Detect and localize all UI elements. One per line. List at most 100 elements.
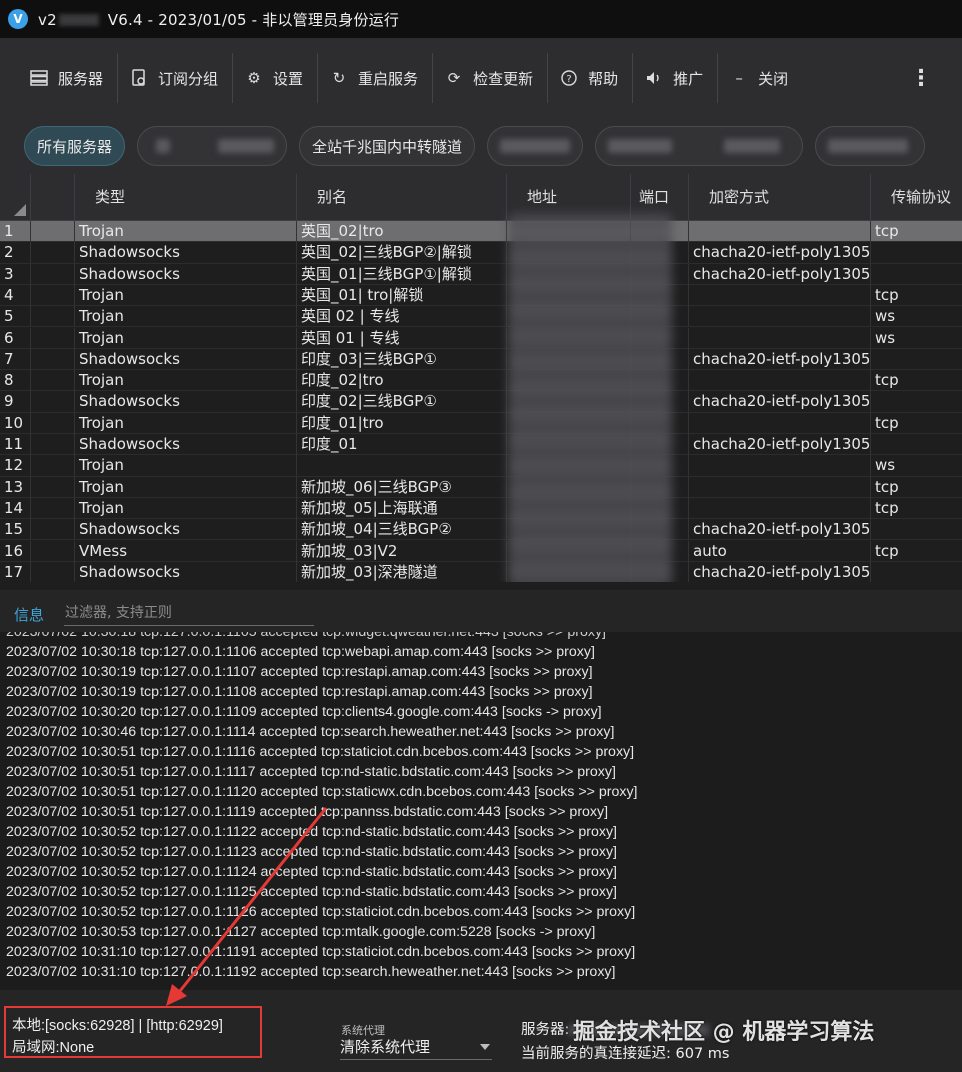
log-line: 2023/07/02 10:30:19 tcp:127.0.0.1:1107 a…: [6, 664, 593, 680]
group-tab-redacted[interactable]: [815, 126, 926, 166]
row-index-cell: 11: [4, 435, 24, 453]
redacted-text: [217, 139, 275, 153]
redacted-text: [500, 139, 571, 153]
group-tab-redacted[interactable]: [137, 126, 288, 166]
group-tab-redacted[interactable]: [487, 126, 584, 166]
server-transport-cell: [870, 242, 962, 264]
server-encryption-cell: chacha20-ietf-poly1305: [688, 561, 870, 582]
table-row[interactable]: 8 Trojan 印度_02|tro tcp: [0, 370, 962, 392]
minus-icon: –: [735, 69, 743, 87]
row-status-cell: [30, 284, 74, 306]
watermark: 掘金技术社区 @ 机器学习算法: [573, 1020, 875, 1045]
server-alias-cell: 英国_02|tro: [296, 221, 506, 242]
table-row[interactable]: 6 Trojan 英国 01 | 专线 ws: [0, 327, 962, 349]
table-row[interactable]: 13 Trojan 新加坡_06|三线BGP③ tcp: [0, 476, 962, 498]
close-label: 关闭: [758, 69, 789, 88]
local-ports-text: 本地:[socks:62928] | [http:62929]: [12, 1018, 223, 1034]
app-logo-icon: V: [8, 9, 28, 29]
server-encryption-cell: chacha20-ietf-poly1305: [688, 519, 870, 541]
log-line: 2023/07/02 10:30:52 tcp:127.0.0.1:1123 a…: [6, 844, 617, 860]
table-row[interactable]: 12 Trojan ws: [0, 455, 962, 477]
table-row[interactable]: 17 Shadowsocks 新加坡_03|深港隧道 chacha20-ietf-po…: [0, 561, 962, 582]
group-tab-all[interactable]: 所有服务器: [24, 126, 126, 166]
log-line: 2023/07/02 10:30:51 tcp:127.0.0.1:1119 a…: [6, 804, 609, 820]
promote-label: 推广: [673, 69, 704, 88]
table-row[interactable]: 1 Trojan 英国_02|tro tcp: [0, 221, 962, 243]
table-row[interactable]: 10 Trojan 印度_01|tro tcp: [0, 412, 962, 434]
row-index-cell: 7: [4, 349, 14, 368]
server-encryption-cell: [688, 327, 870, 349]
row-index-cell: 4: [4, 285, 14, 304]
table-horizontal-scrollbar[interactable]: [0, 582, 962, 590]
server-alias-cell: 印度_02|三线BGP①: [296, 391, 506, 413]
restart-service-button[interactable]: ↻ 重启服务: [318, 53, 432, 103]
log-filter-input[interactable]: [64, 600, 314, 626]
row-status-cell: [30, 391, 74, 413]
server-alias-cell: 印度_01: [296, 434, 506, 455]
close-button[interactable]: – 关闭: [718, 53, 802, 103]
tab-info[interactable]: 信息: [14, 604, 44, 625]
server-icon: [30, 69, 48, 87]
table-row[interactable]: 5 Trojan 英国 02 | 专线 ws: [0, 306, 962, 328]
settings-button[interactable]: ⚙ 设置: [233, 53, 317, 103]
row-index-cell: 17: [4, 562, 24, 581]
table-row[interactable]: 9 Shadowsocks 印度_02|三线BGP① chacha20-ietf-po…: [0, 391, 962, 413]
window-title: v2 V6.4 - 2023/01/05 - 非以管理员身份运行: [38, 9, 399, 30]
help-icon: ?: [560, 69, 578, 87]
server-transport-cell: tcp: [870, 412, 962, 434]
promote-button[interactable]: 推广: [633, 53, 717, 103]
row-index-cell: 3: [4, 264, 14, 283]
update-icon: ⟳: [447, 69, 461, 87]
row-status-cell: [30, 497, 74, 519]
col-header-alias[interactable]: 别名: [296, 174, 506, 221]
row-index-cell: 9: [4, 392, 14, 411]
table-row[interactable]: 7 Shadowsocks 印度_03|三线BGP① chacha20-ietf-po…: [0, 348, 962, 371]
server-encryption-cell: [688, 455, 870, 477]
select-all-corner-icon[interactable]: [14, 204, 26, 216]
server-group-tabs: 所有服务器 全站千兆国内中转隧道: [0, 118, 962, 174]
server-type-cell: Shadowsocks: [74, 434, 296, 455]
more-menu-icon[interactable]: ⋮: [910, 66, 932, 91]
svg-text:?: ?: [566, 74, 571, 85]
subscription-button[interactable]: 订阅分组: [118, 53, 232, 103]
log-line: 2023/07/02 10:31:10 tcp:127.0.0.1:1191 a…: [6, 944, 636, 960]
col-header-transport[interactable]: 传输协议: [870, 174, 962, 221]
server-transport-cell: tcp: [870, 284, 962, 306]
group-tab-redacted[interactable]: [595, 126, 804, 166]
help-button[interactable]: ? 帮助: [548, 53, 632, 103]
subscription-label: 订阅分组: [158, 69, 219, 88]
row-status-cell: [30, 263, 74, 285]
group-tab-tunnel-label: 全站千兆国内中转隧道: [312, 137, 463, 156]
server-transport-cell: tcp: [870, 540, 962, 562]
group-tab-all-label: 所有服务器: [37, 137, 113, 156]
servers-button[interactable]: 服务器: [18, 53, 117, 103]
table-row[interactable]: 14 Trojan 新加坡_05|上海联通 tcp: [0, 497, 962, 520]
row-index-cell: 14: [4, 498, 24, 517]
server-type-cell: Trojan: [74, 221, 296, 242]
col-header-type[interactable]: 类型: [74, 174, 296, 221]
server-encryption-cell: chacha20-ietf-poly1305: [688, 434, 870, 455]
server-type-cell: Shadowsocks: [74, 519, 296, 541]
table-row[interactable]: 15 Shadowsocks 新加坡_04|三线BGP② chacha20-ietf-…: [0, 519, 962, 541]
row-index-cell: 8: [4, 371, 14, 390]
col-header-status[interactable]: [30, 174, 74, 221]
log-line: 2023/07/02 10:30:52 tcp:127.0.0.1:1126 a…: [6, 904, 636, 920]
table-row[interactable]: 4 Trojan 英国_01| tro|解锁 tcp: [0, 284, 962, 307]
server-alias-cell: 英国_01| tro|解锁: [296, 284, 506, 306]
system-proxy-select[interactable]: 清除系统代理: [340, 1036, 492, 1060]
server-alias-cell: 印度_03|三线BGP①: [296, 348, 506, 370]
table-row[interactable]: 16 VMess 新加坡_03|V2 auto tcp: [0, 540, 962, 562]
server-table: 类型 别名 地址 端口 加密方式 传输协议 1 Trojan 英国_02|tro tc…: [0, 174, 962, 582]
log-line: 2023/07/02 10:30:52 tcp:127.0.0.1:1125 a…: [6, 884, 617, 900]
server-alias-cell: 新加坡_03|深港隧道: [296, 561, 506, 582]
table-row[interactable]: 11 Shadowsocks 印度_01 chacha20-ietf-poly1305: [0, 434, 962, 456]
group-tab-tunnel[interactable]: 全站千兆国内中转隧道: [299, 126, 476, 166]
log-line: 2023/07/02 10:30:52 tcp:127.0.0.1:1122 a…: [6, 824, 617, 840]
col-header-encryption[interactable]: 加密方式: [688, 174, 870, 221]
table-row[interactable]: 2 Shadowsocks 英国_02|三线BGP②|解锁 chacha20-ietf…: [0, 242, 962, 264]
redacted-text: [156, 139, 170, 153]
row-index-cell: 10: [4, 413, 24, 432]
row-index-cell: 12: [4, 456, 24, 475]
check-update-button[interactable]: ⟳ 检查更新: [433, 53, 547, 103]
table-row[interactable]: 3 Shadowsocks 英国_01|三线BGP①|解锁 chacha20-ietf…: [0, 263, 962, 285]
